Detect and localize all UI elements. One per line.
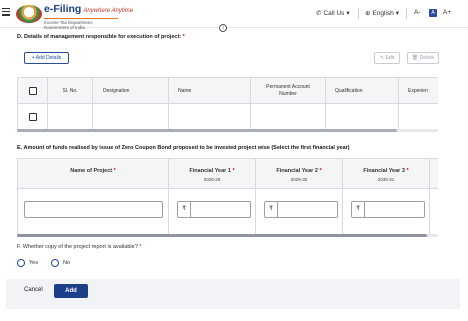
col-fy1: Financial Year 1 * 2028-29 [169,159,256,189]
edit-label: Edit [385,55,395,61]
section-f-question-text: F. Whether copy of the project report is… [17,244,138,250]
rupee-icon: ₹ [265,202,278,217]
call-us-button[interactable]: ✆ Call Us ▾ [316,9,350,18]
col-project-name-label: Name of Project [70,168,113,174]
required-mark: * [182,34,185,40]
brand[interactable]: e-Filing Anywhere Anytime Income Tax Depa… [44,4,133,30]
management-table: Sl. No. Designation Name Permanent Accou… [17,77,438,129]
table-row: ₹ ₹ ₹ [18,189,438,234]
col-name: Name [169,78,251,104]
section-f-question: F. Whether copy of the project report is… [17,244,141,250]
col-pan-label: Permanent Account Number [266,84,310,97]
section-e-title: E. Amount of funds realised by issue of … [17,145,350,151]
radio-no-label: No [63,260,71,266]
cell-fy3: ₹ [343,189,430,234]
row-select-cell [18,104,48,129]
divider [358,8,359,19]
section-d-title: D. Details of management responsible for… [17,34,185,40]
language-label: English [372,9,394,17]
language-selector[interactable]: ⊕ English ▾ [365,9,400,18]
funds-table: Name of Project * Financial Year 1 * 202… [17,158,438,234]
row-checkbox[interactable] [28,113,37,121]
cell-sl-no [48,104,93,129]
font-increase-button[interactable]: A+ [443,9,451,16]
info-icon[interactable]: i [219,24,227,32]
brand-tagline: Anywhere Anytime [83,8,134,14]
select-all-cell [18,78,48,104]
add-button[interactable]: Add [54,284,88,298]
cell-fy1: ₹ [169,189,256,234]
table-row [18,104,438,129]
radio-circle-icon [51,259,59,267]
required-mark: * [139,244,142,250]
radio-circle-icon [17,259,25,267]
edit-button[interactable]: ✎ Edit [374,52,400,64]
col-sl-no: Sl. No. [48,78,93,104]
fy3-label: Financial Year 3 [363,168,405,174]
globe-icon: ⊕ [365,10,371,17]
radio-yes-label: Yes [29,260,38,266]
fy1-label: Financial Year 1 [189,168,231,174]
col-qualification-label: Qualification [335,87,363,94]
table-header-row: Sl. No. Designation Name Permanent Accou… [18,78,438,104]
table-header-row: Name of Project * Financial Year 1 * 202… [18,159,438,189]
font-decrease-button[interactable]: A- [414,9,421,16]
cell-project-name [18,189,169,234]
col-experience-label: Experien [408,87,428,94]
section-d-title-text: D. Details of management responsible for… [17,34,182,40]
radio-no[interactable]: No [51,259,70,267]
fy1-amount-input[interactable]: ₹ [177,201,251,218]
delete-label: Delete [419,55,435,61]
contrast-button[interactable]: A [429,9,437,17]
menu-icon[interactable] [2,8,10,16]
fy2-label: Financial Year 2 [276,168,318,174]
col-name-label: Name [178,87,192,94]
cell-fy2: ₹ [256,189,343,234]
add-details-button[interactable]: + Add Details [24,52,69,64]
top-header: e-Filing Anywhere Anytime Income Tax Depa… [0,0,468,30]
fy1-range: 2028-29 [203,177,221,182]
rupee-icon: ₹ [178,202,191,217]
cell-experience [399,104,438,129]
cell-name [169,104,251,129]
cell-designation [93,104,169,129]
chevron-down-icon: ▾ [346,10,350,17]
fy2-amount-input[interactable]: ₹ [264,201,338,218]
delete-button[interactable]: 🗑 Delete [407,52,439,64]
table-horizontal-scrollbar[interactable] [17,129,438,132]
brand-subtitle: Income Tax Department, Government of Ind… [44,18,118,30]
col-designation-label: Designation [103,87,130,94]
chevron-down-icon: ▾ [395,10,400,17]
col-fy3: Financial Year 3 * 2030-31 [343,159,430,189]
project-name-input[interactable] [24,201,163,218]
cell-pan [251,104,326,129]
fy3-amount-input[interactable]: ₹ [351,201,425,218]
radio-yes[interactable]: Yes [17,259,38,267]
select-all-checkbox[interactable] [28,87,37,95]
col-qualification: Qualification [326,78,399,104]
col-designation: Designation [93,78,169,104]
col-sl-no-label: Sl. No. [62,87,78,94]
rupee-icon: ₹ [352,202,365,217]
phone-icon: ✆ [316,10,322,17]
fy3-range: 2030-31 [377,177,395,182]
col-experience: Experien [399,78,438,104]
col-project-name: Name of Project * [18,159,169,189]
fy2-range: 2029-30 [290,177,308,182]
col-pan: Permanent Account Number [251,78,326,104]
brand-title: e-Filing [44,3,82,15]
cell-qualification [326,104,399,129]
table-horizontal-scrollbar[interactable] [17,234,438,237]
cancel-button[interactable]: Cancel [24,287,43,293]
emblem-logo [16,5,42,23]
col-fy2: Financial Year 2 * 2029-30 [256,159,343,189]
divider [406,8,407,19]
call-us-label: Call Us [323,9,345,17]
